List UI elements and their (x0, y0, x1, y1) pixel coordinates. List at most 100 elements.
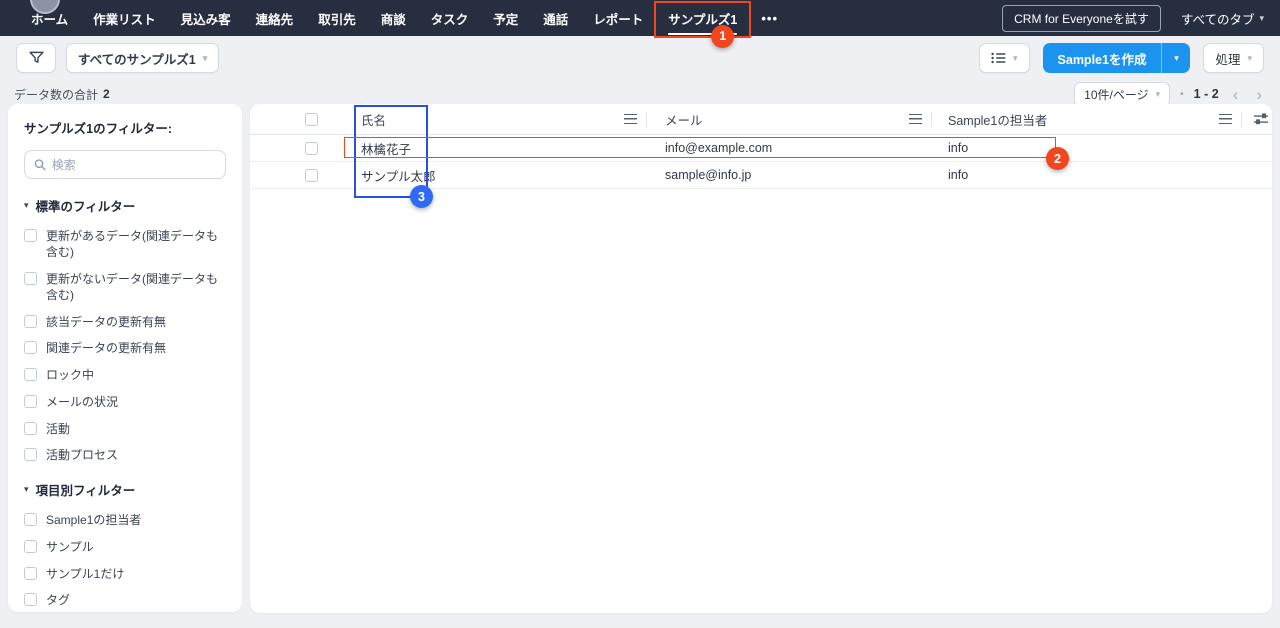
filter-button[interactable] (16, 43, 56, 73)
nav-tab-reports[interactable]: レポート (588, 5, 648, 32)
filter-label: 更新がないデータ(関連データも含む) (46, 271, 226, 303)
nav-tab-samples1-active[interactable]: サンプルズ1 1 (663, 5, 742, 32)
column-menu-icon[interactable] (909, 114, 922, 124)
column-divider (1241, 112, 1242, 127)
create-sample1-dropdown[interactable]: ▾ (1162, 43, 1190, 73)
filter-sidebar: サンプルズ1のフィルター: ▾ 標準のフィルター 更新があるデータ(関連データも… (8, 104, 242, 612)
view-selector-dropdown[interactable]: すべてのサンプルズ1 ▾ (66, 43, 219, 73)
list-view-dropdown[interactable]: ▾ (979, 43, 1030, 73)
top-nav: ホーム 作業リスト 見込み客 連絡先 取引先 商談 タスク 予定 通話 レポート… (0, 0, 1280, 36)
checkbox[interactable] (24, 395, 37, 408)
section-label: 標準のフィルター (36, 196, 136, 215)
checkbox[interactable] (24, 368, 37, 381)
nav-tab-meetings[interactable]: 予定 (488, 5, 523, 32)
filter-label: サンプル (46, 539, 94, 555)
crm-for-everyone-button[interactable]: CRM for Everyoneを試す (1002, 5, 1161, 32)
filter-item-untouched-records[interactable]: 更新がないデータ(関連データも含む) (24, 271, 226, 303)
section-label: 項目別フィルター (36, 480, 136, 499)
select-all-checkbox[interactable] (305, 113, 318, 126)
filter-label: 活動 (46, 421, 70, 437)
funnel-icon (29, 51, 44, 65)
annotation-rect-2-first-row (344, 137, 1056, 158)
chevron-down-icon: ▾ (1013, 54, 1018, 63)
filter-item-activity-process[interactable]: 活動プロセス (24, 447, 226, 463)
standard-filters-section-header[interactable]: ▾ 標準のフィルター (24, 196, 226, 215)
view-selector-label: すべてのサンプルズ1 (78, 49, 196, 68)
filter-item-sample1-owner[interactable]: Sample1の担当者 (24, 512, 226, 528)
page-size-dropdown[interactable]: 10件/ページ ▾ (1074, 82, 1170, 107)
header-email[interactable]: メール (655, 110, 940, 129)
column-settings-icon[interactable] (1254, 113, 1269, 125)
cell-email[interactable]: sample@info.jp (655, 168, 940, 182)
checkbox[interactable] (24, 448, 37, 461)
header-tools-cell (1250, 113, 1272, 125)
column-menu-icon[interactable] (1219, 114, 1232, 124)
filter-item-sample1-only[interactable]: サンプル1だけ (24, 566, 226, 582)
filter-item-sample[interactable]: サンプル (24, 539, 226, 555)
total-records-count: 2 (103, 87, 110, 101)
field-filters-section-header[interactable]: ▾ 項目別フィルター (24, 480, 226, 499)
toolbar: すべてのサンプルズ1 ▾ ▾ Sample1を作成 ▾ 処理 ▾ (0, 36, 1280, 80)
checkbox[interactable] (24, 272, 37, 285)
triangle-down-icon: ▾ (24, 201, 29, 210)
filter-item-email-status[interactable]: メールの状況 (24, 394, 226, 410)
nav-tab-accounts[interactable]: 取引先 (313, 5, 361, 32)
checkbox[interactable] (24, 315, 37, 328)
annotation-marker-2: 2 (1046, 147, 1069, 170)
checkbox[interactable] (24, 567, 37, 580)
filter-label: 関連データの更新有無 (46, 340, 166, 356)
header-owner[interactable]: Sample1の担当者 (940, 110, 1250, 129)
filter-label: Sample1の担当者 (46, 512, 141, 528)
standard-filter-list: 更新があるデータ(関連データも含む) 更新がないデータ(関連データも含む) 該当… (24, 228, 226, 463)
nav-tab-tasks[interactable]: タスク (426, 5, 474, 32)
filter-item-touched-records[interactable]: 更新があるデータ(関連データも含む) (24, 228, 226, 260)
total-records-label: データ数の合計 (14, 86, 98, 103)
search-icon (34, 158, 46, 171)
prev-page-arrow[interactable]: ‹ (1229, 86, 1243, 103)
filter-item-record-action[interactable]: 該当データの更新有無 (24, 314, 226, 330)
actions-dropdown[interactable]: 処理 ▾ (1203, 43, 1264, 73)
nav-tab-calls[interactable]: 通話 (538, 5, 573, 32)
next-page-arrow[interactable]: › (1252, 86, 1266, 103)
create-sample1-split-button: Sample1を作成 ▾ (1043, 43, 1191, 73)
create-sample1-button[interactable]: Sample1を作成 (1043, 43, 1163, 73)
checkbox[interactable] (24, 513, 37, 526)
nav-tab-leads[interactable]: 見込み客 (176, 5, 236, 32)
filter-item-related-records-action[interactable]: 関連データの更新有無 (24, 340, 226, 356)
all-tabs-label: すべてのタブ (1181, 9, 1255, 28)
row-checkbox[interactable] (305, 142, 318, 155)
pagination: 10件/ページ ▾ • 1 - 2 ‹ › (1074, 82, 1266, 107)
filter-item-locked[interactable]: ロック中 (24, 367, 226, 383)
list-view-icon (991, 52, 1006, 64)
record-email: sample@info.jp (665, 168, 751, 182)
chevron-down-icon: ▾ (1156, 90, 1161, 99)
all-tabs-dropdown[interactable]: すべてのタブ ▾ (1181, 9, 1264, 28)
row-checkbox[interactable] (305, 169, 318, 182)
nav-tab-deals[interactable]: 商談 (376, 5, 411, 32)
checkbox[interactable] (24, 540, 37, 553)
annotation-rect-1 (654, 1, 751, 38)
checkbox[interactable] (24, 229, 37, 242)
checkbox[interactable] (24, 341, 37, 354)
chevron-down-icon: ▾ (1174, 54, 1179, 63)
record-owner: info (948, 168, 968, 182)
nav-tab-worklist[interactable]: 作業リスト (88, 5, 161, 32)
filter-label: ロック中 (46, 367, 94, 383)
search-input[interactable] (52, 158, 216, 172)
page-range-label: 1 - 2 (1194, 87, 1219, 101)
checkbox[interactable] (24, 422, 37, 435)
filter-label: タグ (46, 592, 70, 608)
nav-more-icon[interactable]: ••• (757, 11, 782, 26)
pagination-dot: • (1180, 89, 1184, 100)
chevron-down-icon: ▾ (203, 54, 208, 63)
column-menu-icon[interactable] (624, 114, 637, 124)
filter-item-tag[interactable]: タグ (24, 592, 226, 608)
sidebar-search[interactable] (24, 150, 226, 179)
column-divider (931, 112, 932, 127)
column-label: Sample1の担当者 (948, 110, 1047, 129)
sidebar-title: サンプルズ1のフィルター: (24, 118, 226, 137)
filter-item-activities[interactable]: 活動 (24, 421, 226, 437)
cell-owner[interactable]: info (940, 168, 1250, 182)
checkbox[interactable] (24, 593, 37, 606)
nav-tab-contacts[interactable]: 連絡先 (251, 5, 299, 32)
